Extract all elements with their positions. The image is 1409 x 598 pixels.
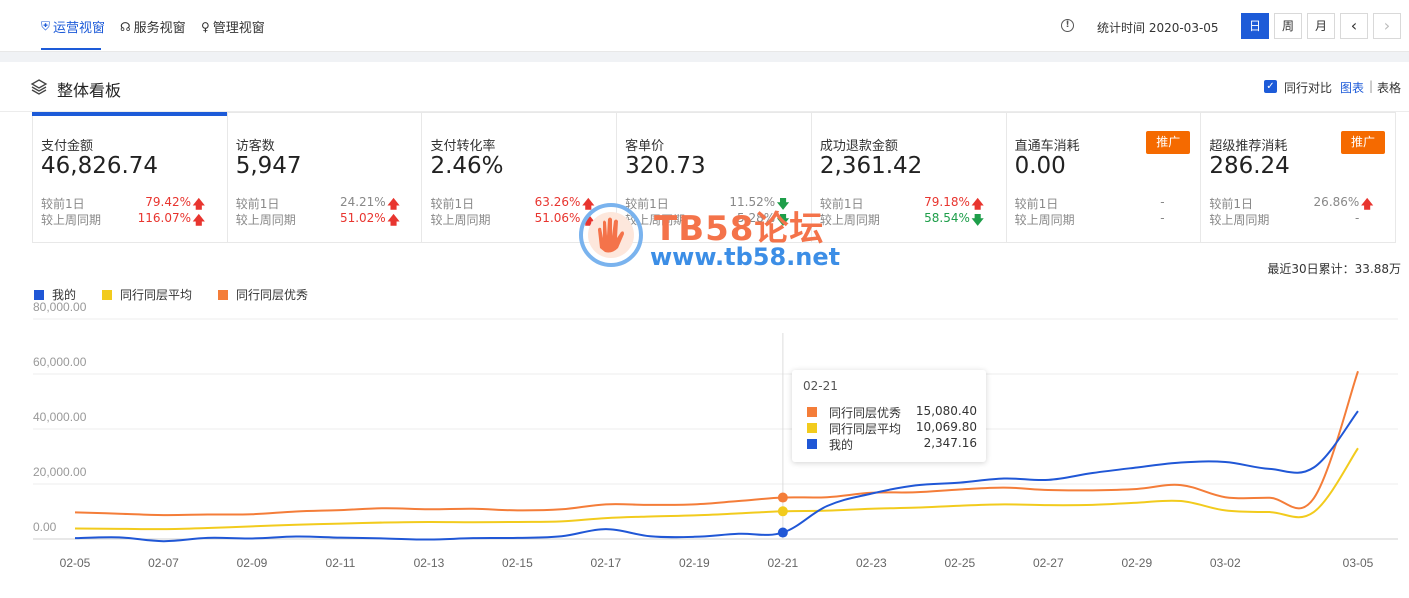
x-tick-label: 02-25 bbox=[944, 556, 975, 570]
data-point-avg bbox=[777, 506, 788, 517]
x-tick-label: 03-05 bbox=[1343, 556, 1374, 570]
y-tick-label: 0.00 bbox=[33, 520, 57, 534]
x-tick-label: 02-09 bbox=[237, 556, 268, 570]
y-tick-label: 40,000.00 bbox=[33, 410, 87, 424]
tooltip-series-value: 15,080.40 bbox=[915, 404, 977, 418]
data-point-mine bbox=[777, 527, 788, 538]
tooltip-series-value: 10,069.80 bbox=[915, 420, 977, 434]
tb58-logo-icon bbox=[579, 203, 643, 267]
x-tick-label: 02-11 bbox=[326, 556, 356, 570]
tooltip-series-name: 同行同层优秀 bbox=[829, 406, 902, 420]
tooltip-date: 02-21 bbox=[803, 379, 838, 393]
x-tick-label: 03-02 bbox=[1210, 556, 1241, 570]
tooltip-swatch bbox=[807, 439, 817, 449]
chart-tooltip: 02-21 同行同层优秀 15,080.40 同行同层平均 10,069.80 … bbox=[792, 370, 986, 462]
y-tick-label: 80,000.00 bbox=[33, 300, 87, 314]
x-tick-label: 02-21 bbox=[768, 556, 799, 570]
x-tick-label: 02-07 bbox=[148, 556, 179, 570]
x-tick-label: 02-23 bbox=[856, 556, 887, 570]
x-tick-label: 02-13 bbox=[414, 556, 445, 570]
tooltip-series-name: 我的 bbox=[829, 438, 854, 452]
x-tick-label: 02-29 bbox=[1121, 556, 1152, 570]
tooltip-swatch bbox=[807, 423, 817, 433]
line-chart[interactable]: 0.00 20,000.00 40,000.00 60,000.00 80,000.00… bbox=[0, 0, 1409, 598]
x-tick-label: 02-17 bbox=[591, 556, 622, 570]
x-tick-label: 02-19 bbox=[679, 556, 710, 570]
x-tick-label: 02-15 bbox=[502, 556, 533, 570]
tooltip-series-value: 2,347.16 bbox=[923, 436, 977, 450]
y-tick-label: 20,000.00 bbox=[33, 465, 87, 479]
y-tick-label: 60,000.00 bbox=[33, 355, 87, 369]
series-line-avg bbox=[74, 447, 1359, 531]
tooltip-swatch bbox=[807, 407, 817, 417]
series-line-mine bbox=[74, 410, 1359, 543]
x-tick-label: 02-27 bbox=[1033, 556, 1064, 570]
series-line-best bbox=[74, 370, 1359, 517]
tooltip-series-name: 同行同层平均 bbox=[829, 422, 902, 436]
watermark-url: www.tb58.net bbox=[650, 243, 841, 271]
x-tick-label: 02-05 bbox=[60, 556, 91, 570]
data-point-best bbox=[777, 492, 788, 503]
